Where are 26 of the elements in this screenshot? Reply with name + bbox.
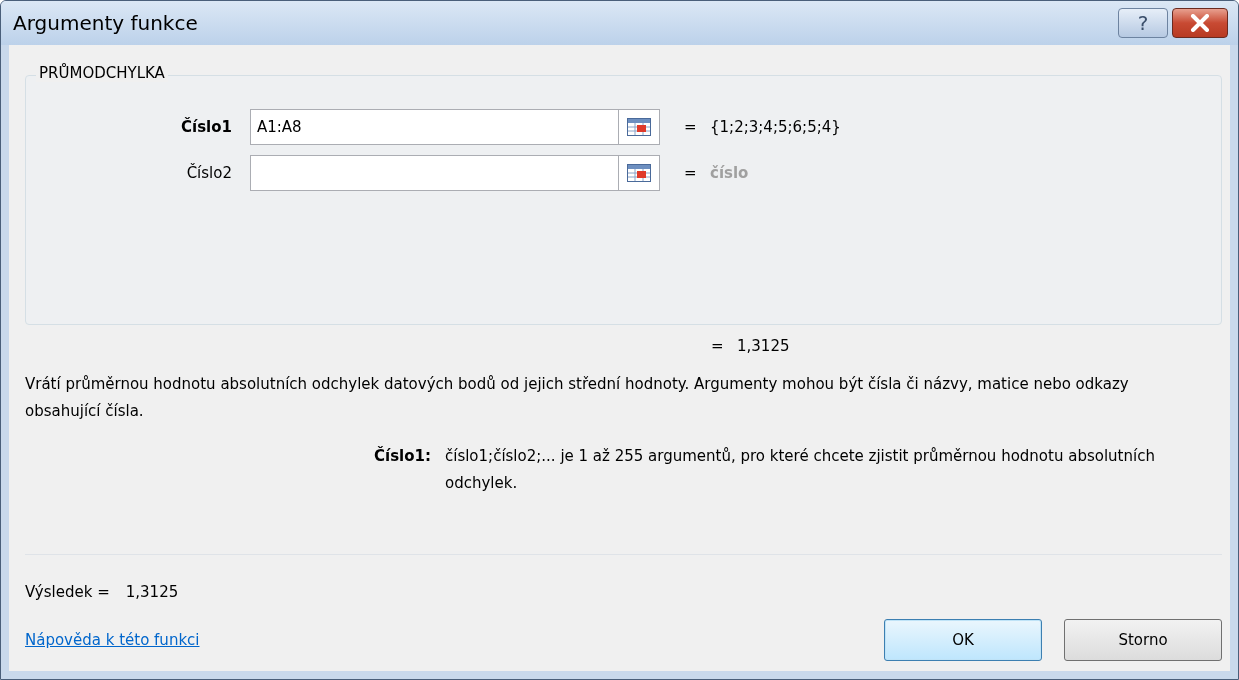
help-link[interactable]: Nápověda k této funkci <box>25 631 862 649</box>
ok-button[interactable]: OK <box>884 619 1042 661</box>
range-picker-icon <box>627 118 651 136</box>
result-value: 1,3125 <box>125 583 179 601</box>
range-picker-button[interactable] <box>618 109 660 145</box>
equals-sign: = <box>684 164 698 182</box>
equals-sign: = <box>711 337 725 355</box>
argument-label: Číslo2 <box>185 164 233 182</box>
close-icon <box>1190 14 1210 32</box>
argument-value: číslo <box>710 164 749 182</box>
close-button[interactable] <box>1172 8 1228 38</box>
range-picker-icon <box>627 164 651 182</box>
argument-help-label: Číslo1: <box>374 447 431 467</box>
argument-label: Číslo1 <box>180 118 233 136</box>
argument-help-text: číslo1;číslo2;... je 1 až 255 argumentů, pro které chcete zjistit průměrnou hodnotu absolutních odchylek. <box>444 446 1156 494</box>
function-description: Vrátí průměrnou hodnotu absolutních odchylek datových bodů od jejich střední hodnoty. Argumenty mohou být čísla či názvy, matice nebo odkazy obsahující čísla. <box>25 374 1130 422</box>
argument-field[interactable] <box>250 155 618 191</box>
cancel-button[interactable]: Storno <box>1064 619 1222 661</box>
argument-value: {1;2;3;4;5;6;5;4} <box>710 118 841 136</box>
result-label: Výsledek = <box>25 583 110 601</box>
range-picker-button[interactable] <box>618 155 660 191</box>
help-button[interactable]: ? <box>1118 8 1168 38</box>
formula-result: 1,3125 <box>737 337 790 355</box>
equals-sign: = <box>684 118 698 136</box>
window-title: Argumenty funkce <box>13 11 199 35</box>
argument-field[interactable]: A1:A8 <box>250 109 618 145</box>
